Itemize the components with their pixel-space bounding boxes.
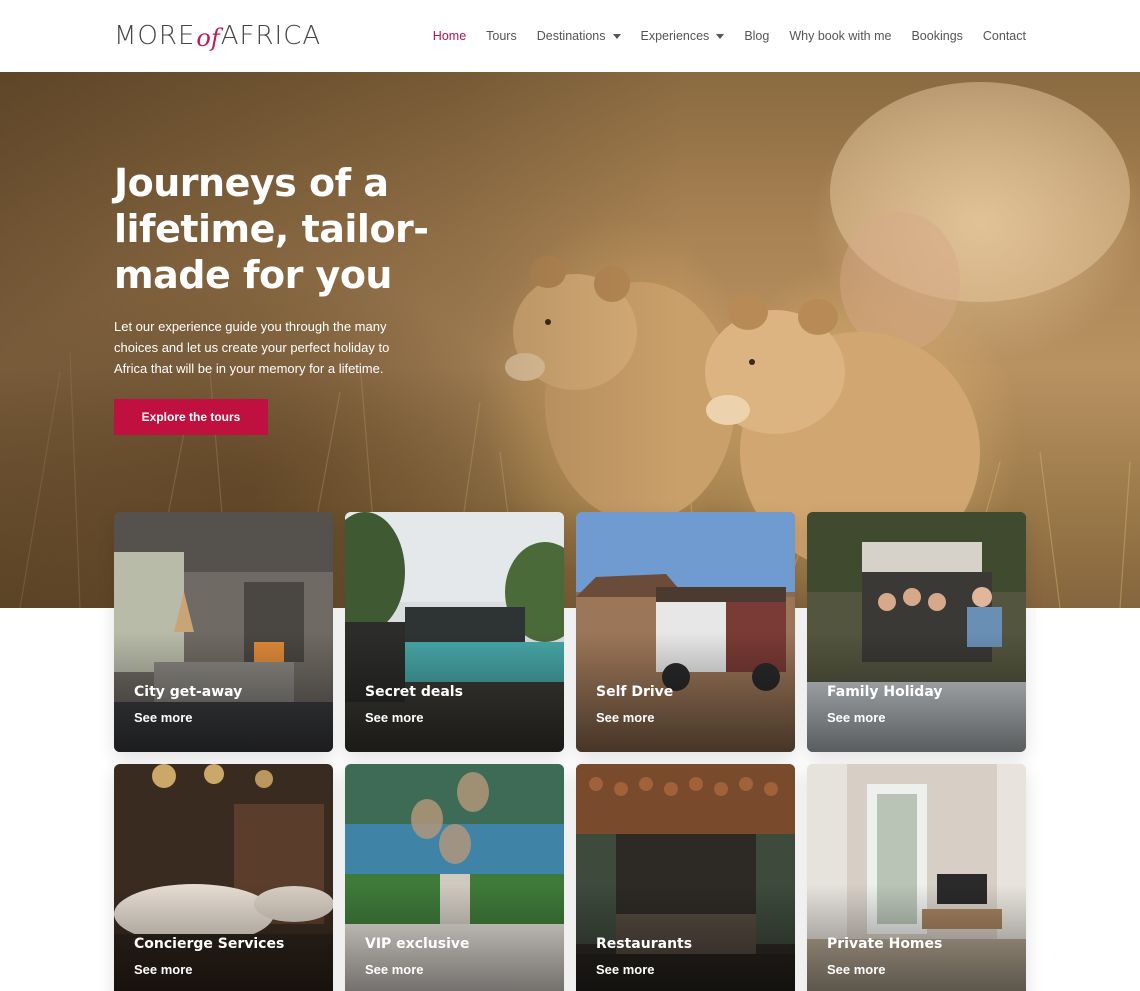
nav-contact-label: Contact [982,29,1026,43]
card-title: Restaurants [596,936,693,952]
nav-bookings[interactable]: Bookings [911,29,962,43]
card-see-more-link[interactable]: See more [827,962,886,977]
card-see-more-link[interactable]: See more [365,962,424,977]
card-title: Private Homes [827,936,943,952]
nav-tours[interactable]: Tours [486,29,517,43]
card-title: VIP exclusive [365,936,470,952]
nav-home[interactable]: Home [433,29,466,43]
nav-contact[interactable]: Contact [983,29,1026,43]
card-concierge-services[interactable]: Concierge Services See more [114,764,333,991]
nav-why-book[interactable]: Why book with me [789,29,891,43]
card-city-get-away[interactable]: City get-away See more [114,512,333,752]
logo-text-of: of [196,24,220,52]
chevron-down-icon [612,33,621,39]
card-title: Concierge Services [134,936,285,952]
card-secret-deals[interactable]: Secret deals See more [345,512,564,752]
logo-text-africa: AFRICA [220,21,322,51]
card-title: Self Drive [596,684,674,700]
chevron-down-icon [716,33,725,39]
nav-destinations-label: Destinations [536,29,606,43]
explore-tours-button[interactable]: Explore the tours [114,399,268,435]
nav-blog-label: Blog [744,29,770,43]
nav-tours-label: Tours [486,29,517,43]
card-see-more-link[interactable]: See more [134,962,193,977]
card-title: City get-away [134,684,243,700]
nav-why-book-label: Why book with me [789,29,892,43]
nav-home-label: Home [432,29,467,43]
site-header: MORE of AFRICA Home Tours Destinations E… [0,0,1140,72]
card-see-more-link[interactable]: See more [596,962,655,977]
card-see-more-link[interactable]: See more [365,710,424,725]
site-logo[interactable]: MORE of AFRICA [114,16,321,56]
hero-title: Journeys of a lifetime, tailor-made for … [114,161,429,297]
card-family-holiday[interactable]: Family Holiday See more [807,512,1026,752]
nav-experiences[interactable]: Experiences [641,29,725,43]
hero-description: Let our experience guide you through the… [114,319,390,376]
main-nav: Home Tours Destinations Experiences Blog… [433,0,1026,72]
nav-destinations[interactable]: Destinations [537,29,621,43]
card-vip-exclusive[interactable]: VIP exclusive See more [345,764,564,991]
card-title: Family Holiday [827,684,943,700]
nav-experiences-label: Experiences [640,29,710,43]
card-restaurants[interactable]: Restaurants See more [576,764,795,991]
card-private-homes[interactable]: Private Homes See more [807,764,1026,991]
card-see-more-link[interactable]: See more [596,710,655,725]
card-self-drive[interactable]: Self Drive See more [576,512,795,752]
card-see-more-link[interactable]: See more [134,710,193,725]
card-title: Secret deals [365,684,463,700]
logo-text-more: MORE [114,21,196,51]
nav-bookings-label: Bookings [911,29,963,43]
nav-blog[interactable]: Blog [744,29,769,43]
card-see-more-link[interactable]: See more [827,710,886,725]
